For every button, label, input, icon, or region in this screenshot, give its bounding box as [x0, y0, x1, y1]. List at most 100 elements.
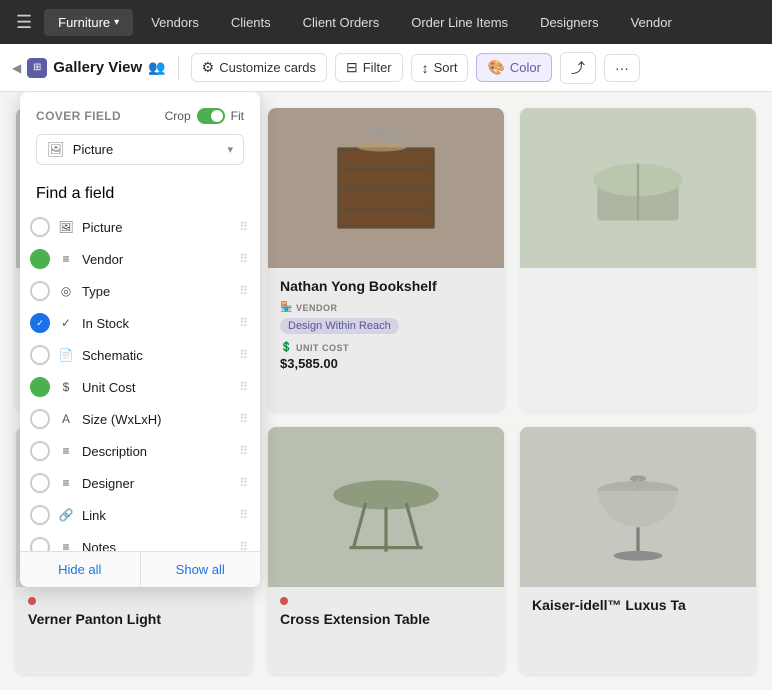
field-drag-unit-cost[interactable]: ⠿: [239, 380, 248, 394]
field-drag-vendor[interactable]: ⠿: [239, 252, 248, 266]
field-drag-link[interactable]: ⠿: [239, 508, 248, 522]
field-visibility-designer[interactable]: [30, 473, 50, 493]
color-icon: 🎨: [487, 59, 504, 76]
cover-field-value: Picture: [73, 142, 220, 157]
crop-toggle[interactable]: [197, 108, 225, 124]
view-icon: ⊞: [27, 58, 47, 78]
nav-tab-order-line-items[interactable]: Order Line Items: [397, 9, 522, 36]
filter-label: Filter: [363, 60, 392, 75]
card-outdoor[interactable]: [520, 108, 756, 411]
field-name-vendor: Vendor: [82, 252, 231, 267]
hamburger-icon[interactable]: ☰: [8, 8, 40, 37]
field-visibility-type[interactable]: [30, 281, 50, 301]
field-visibility-description[interactable]: [30, 441, 50, 461]
customize-panel: Cover field Crop Fit 🖼 Picture ▾ Find a …: [20, 92, 260, 587]
toolbar: ◀ ⊞ Gallery View 👥 ⚙ Customize cards ⊟ F…: [0, 44, 772, 92]
field-icon-vendor: ≡: [58, 252, 74, 266]
share-people-icon[interactable]: 👥: [148, 59, 165, 76]
field-drag-description[interactable]: ⠿: [239, 444, 248, 458]
panel-search: Find a field: [20, 181, 260, 211]
field-icon-link: 🔗: [58, 508, 74, 522]
field-icon-unit-cost: $: [58, 380, 74, 394]
nav-tab-furniture-arrow: ▾: [114, 17, 119, 28]
field-visibility-picture[interactable]: [30, 217, 50, 237]
field-icon-notes: ≡: [58, 540, 74, 551]
customize-cards-button[interactable]: ⚙ Customize cards: [191, 53, 327, 82]
field-row-unit-cost[interactable]: $ Unit Cost ⠿: [20, 371, 260, 403]
field-row-type[interactable]: ◎ Type ⠿: [20, 275, 260, 307]
picture-icon: 🖼: [47, 141, 65, 158]
field-visibility-in-stock[interactable]: ✓: [30, 313, 50, 333]
sort-button[interactable]: ↕ Sort: [411, 54, 469, 82]
field-drag-type[interactable]: ⠿: [239, 284, 248, 298]
field-row-schematic[interactable]: 📄 Schematic ⠿: [20, 339, 260, 371]
field-visibility-notes[interactable]: [30, 537, 50, 551]
field-row-in-stock[interactable]: ✓ ✓ In Stock ⠿: [20, 307, 260, 339]
nav-tab-vendors[interactable]: Vendors: [137, 9, 213, 36]
field-name-notes: Notes: [82, 540, 231, 552]
field-row-picture[interactable]: 🖼 Picture ⠿: [20, 211, 260, 243]
field-name-picture: Picture: [82, 220, 231, 235]
card-price-bookshelf: $3,585.00: [280, 356, 492, 371]
color-label: Color: [510, 60, 541, 75]
card-nathan-bookshelf[interactable]: Nathan Yong Bookshelf 🏪 VENDOR Design Wi…: [268, 108, 504, 411]
field-name-unit-cost: Unit Cost: [82, 380, 231, 395]
field-row-description[interactable]: ≡ Description ⠿: [20, 435, 260, 467]
field-drag-in-stock[interactable]: ⠿: [239, 316, 248, 330]
field-row-size[interactable]: A Size (WxLxH) ⠿: [20, 403, 260, 435]
show-all-button[interactable]: Show all: [141, 552, 261, 587]
field-row-link[interactable]: 🔗 Link ⠿: [20, 499, 260, 531]
nav-tab-client-orders[interactable]: Client Orders: [289, 9, 394, 36]
back-arrow[interactable]: ◀: [12, 61, 21, 75]
card-vendor-badge-bookshelf: Design Within Reach: [280, 318, 399, 334]
find-field-label: Find a field: [36, 185, 114, 202]
card-cross-extension[interactable]: Cross Extension Table: [268, 427, 504, 675]
card-title-cross: Cross Extension Table: [280, 611, 492, 627]
field-visibility-link[interactable]: [30, 505, 50, 525]
card-body-verner: Verner Panton Light: [16, 587, 252, 647]
field-icon-in-stock: ✓: [58, 316, 74, 330]
card-body-cross: Cross Extension Table: [268, 587, 504, 647]
nav-tab-vendor[interactable]: Vendor: [617, 9, 686, 36]
sort-icon: ↕: [422, 60, 429, 76]
field-name-description: Description: [82, 444, 231, 459]
field-icon-size: A: [58, 412, 74, 426]
toolbar-divider: [178, 56, 179, 80]
field-row-vendor[interactable]: ≡ Vendor ⠿: [20, 243, 260, 275]
field-visibility-size[interactable]: [30, 409, 50, 429]
nav-tab-clients[interactable]: Clients: [217, 9, 285, 36]
field-name-schematic: Schematic: [82, 348, 231, 363]
field-visibility-vendor[interactable]: [30, 249, 50, 269]
field-icon-description: ≡: [58, 444, 74, 458]
view-name-label: Gallery View: [53, 59, 142, 76]
cover-field-select[interactable]: 🖼 Picture ▾: [36, 134, 244, 165]
customize-cards-label: Customize cards: [219, 60, 316, 75]
field-name-type: Type: [82, 284, 231, 299]
customize-icon: ⚙: [202, 59, 215, 76]
panel-cover-row: Cover field Crop Fit: [36, 108, 244, 124]
field-name-size: Size (WxLxH): [82, 412, 231, 427]
hide-all-button[interactable]: Hide all: [20, 552, 141, 587]
field-row-notes[interactable]: ≡ Notes ⠿: [20, 531, 260, 551]
nav-bar: ☰ Furniture ▾ Vendors Clients Client Ord…: [0, 0, 772, 44]
field-visibility-unit-cost[interactable]: [30, 377, 50, 397]
nav-tab-designers[interactable]: Designers: [526, 9, 613, 36]
color-dot-cross: [280, 597, 288, 605]
color-button[interactable]: 🎨 Color: [476, 53, 552, 82]
nav-tab-furniture[interactable]: Furniture ▾: [44, 9, 133, 36]
nav-tab-vendor-label: Vendor: [631, 15, 672, 30]
card-kaiser-lamp[interactable]: Kaiser-idell™ Luxus Ta: [520, 427, 756, 675]
more-button[interactable]: ···: [604, 54, 640, 82]
field-row-designer[interactable]: ≡ Designer ⠿: [20, 467, 260, 499]
field-drag-designer[interactable]: ⠿: [239, 476, 248, 490]
field-drag-notes[interactable]: ⠿: [239, 540, 248, 551]
field-name-in-stock: In Stock: [82, 316, 231, 331]
field-drag-schematic[interactable]: ⠿: [239, 348, 248, 362]
share-button[interactable]: ⤴: [560, 52, 596, 84]
field-drag-size[interactable]: ⠿: [239, 412, 248, 426]
filter-button[interactable]: ⊟ Filter: [335, 53, 403, 82]
panel-footer: Hide all Show all: [20, 551, 260, 587]
more-icon: ···: [615, 60, 629, 76]
field-drag-picture[interactable]: ⠿: [239, 220, 248, 234]
field-visibility-schematic[interactable]: [30, 345, 50, 365]
